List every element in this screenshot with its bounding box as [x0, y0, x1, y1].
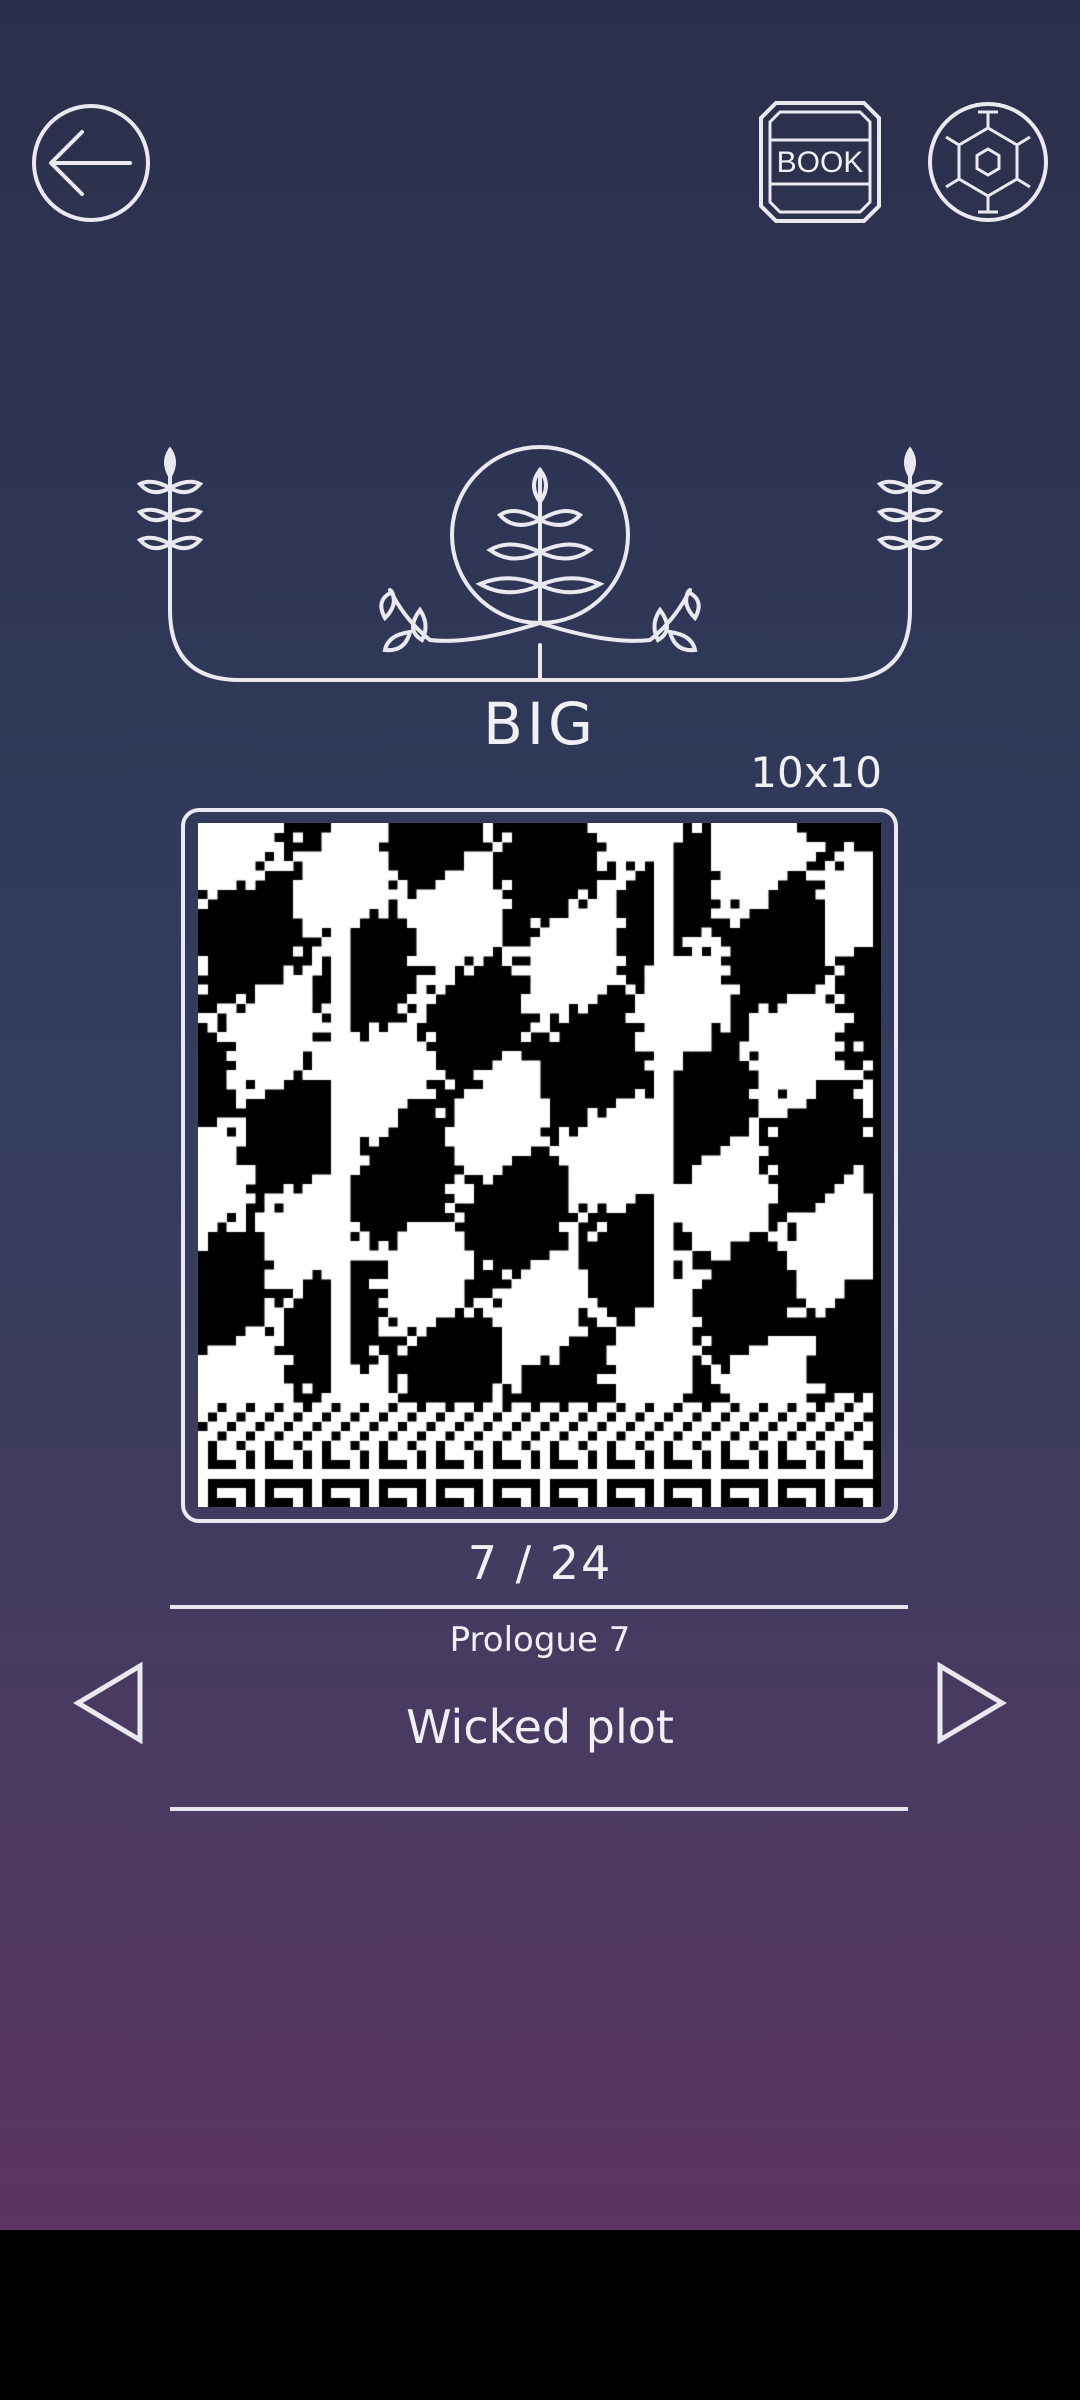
settings-button[interactable]: [926, 100, 1050, 224]
level-progress: 7 / 24: [467, 1536, 613, 1590]
grid-size-label: 10x10: [750, 748, 882, 797]
triangle-left-icon: [73, 1661, 143, 1745]
chapter-label: Prologue 7: [449, 1620, 631, 1660]
back-button[interactable]: [30, 102, 152, 224]
hexagon-gear-icon: [928, 102, 1048, 222]
divider-top: [170, 1605, 908, 1609]
laurel-ornament-icon: [136, 445, 944, 682]
divider-bottom: [170, 1807, 908, 1811]
puzzle-preview-image[interactable]: [198, 823, 881, 1507]
system-navigation-bar: [0, 2230, 1080, 2400]
arrow-left-icon: [32, 104, 150, 222]
next-level-button[interactable]: [930, 1660, 1010, 1746]
level-title: Wicked plot: [406, 1700, 674, 1754]
book-button-label: BOOK: [777, 146, 864, 179]
triangle-right-icon: [937, 1661, 1007, 1745]
level-select-screen: BOOK BIG 10x10 7 / 24 Prologue 7 Wicked …: [0, 0, 1080, 2230]
book-icon: BOOK: [759, 101, 881, 223]
previous-level-button[interactable]: [70, 1660, 150, 1746]
category-label: BIG: [483, 690, 597, 758]
book-button[interactable]: BOOK: [758, 100, 882, 224]
